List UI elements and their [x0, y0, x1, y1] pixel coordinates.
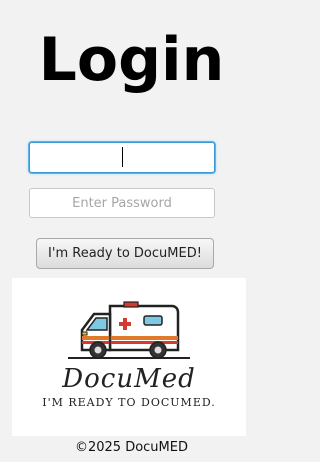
text-caret [122, 147, 123, 167]
copyright-footer: ©2025 DocuMED [74, 440, 188, 455]
logo-tagline: I'm ready to DocuMed. [42, 396, 216, 409]
ambulance-icon [68, 301, 190, 359]
login-page: Login I'm Ready to DocuMED! DocuMed I'M … [0, 0, 263, 462]
app-logo: DocuMed I'm ready to DocuMed. [12, 278, 246, 436]
password-field[interactable] [29, 188, 215, 218]
page-title: Login [38, 25, 225, 95]
login-button[interactable]: I'm Ready to DocuMED! [36, 238, 214, 269]
logo-brand-name: DocuMed [62, 364, 196, 394]
